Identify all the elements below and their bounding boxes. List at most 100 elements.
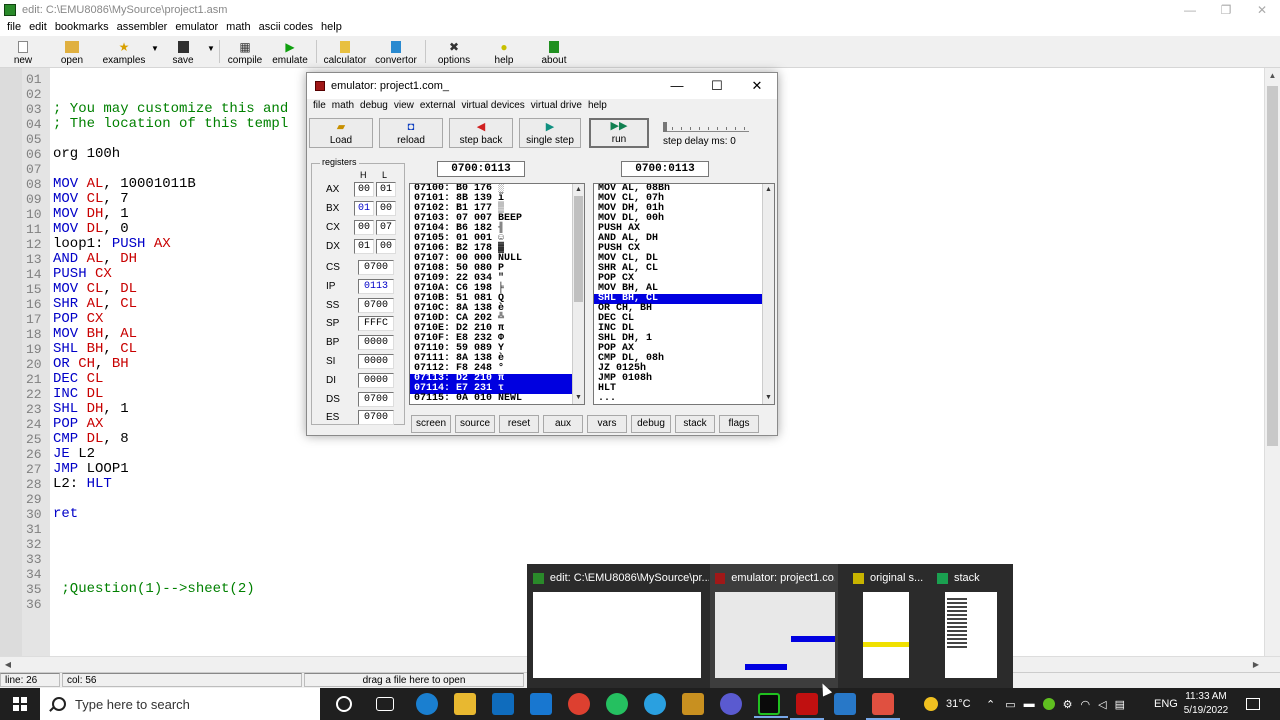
reload-button[interactable]: ◘ reload [379,118,443,148]
weather-widget[interactable]: 31°C [924,688,971,720]
code-line[interactable]: org 100h [53,147,120,162]
code-line[interactable]: MOV DL, 0 [53,222,129,237]
input-language[interactable]: ENG [1154,688,1178,720]
chevron-up-icon[interactable]: ⌃ [986,698,995,711]
register-h-cell[interactable]: 00 [354,220,374,235]
menu-math[interactable]: math [222,20,254,36]
register-h-cell[interactable]: 01 [354,239,374,254]
task-view-icon[interactable] [376,697,394,711]
code-line[interactable]: POP CX [53,312,103,327]
register-h-cell[interactable]: 01 [354,201,374,216]
flags-button[interactable]: flags [719,415,759,433]
preview-original-source[interactable]: original s... [853,570,933,682]
menu-bookmarks[interactable]: bookmarks [51,20,113,36]
scroll-up-icon[interactable]: ▲ [1265,68,1280,84]
disassembly-row[interactable]: ... [594,394,774,404]
register-value-cell[interactable]: 0700 [358,297,394,313]
code-line[interactable]: SHR AL, CL [53,297,137,312]
wifi-icon[interactable]: ◠ [1081,698,1091,711]
mail-icon[interactable] [530,693,552,715]
run-button[interactable]: ▶▶ run [589,118,649,148]
emu-menu-virtual-devices[interactable]: virtual devices [458,99,527,115]
telegram-icon[interactable] [644,693,666,715]
power-icon[interactable]: ▬ [1024,698,1035,710]
code-line[interactable]: INC DL [53,387,103,402]
about-button[interactable]: about [529,36,579,66]
code-line[interactable]: JMP LOOP1 [53,462,129,477]
volume-icon[interactable]: ◁ [1098,698,1106,711]
code-line[interactable]: POP AX [53,417,103,432]
code-line[interactable]: MOV DH, 1 [53,207,129,222]
single-step-button[interactable]: ▶ single step [519,118,581,148]
menu-help[interactable]: help [317,20,346,36]
menu-emulator[interactable]: emulator [171,20,222,36]
source-button[interactable]: source [455,415,495,433]
close-icon[interactable]: ✕ [1244,0,1280,20]
scroll-down-icon[interactable]: ▼ [573,392,584,404]
emu-menu-virtual-drive[interactable]: virtual drive [528,99,585,115]
memory-row[interactable]: 07115: 0A 010 NEWL [410,394,584,404]
help-button[interactable]: ● help [479,36,529,66]
scroll-thumb[interactable] [574,196,583,302]
code-line[interactable]: ; You may customize this and [53,102,288,117]
minimize-icon[interactable]: — [657,73,697,99]
register-value-cell[interactable]: 0700 [358,410,394,426]
register-value-cell[interactable]: 0113 [358,278,394,294]
register-l-cell[interactable]: 01 [376,182,396,197]
register-l-cell[interactable]: 07 [376,220,396,235]
code-line[interactable]: ret [53,507,78,522]
register-value-cell[interactable]: 0000 [358,335,394,351]
photos-icon[interactable] [834,693,856,715]
examples-button[interactable]: ★ examples [98,36,150,66]
disassembly-scrollbar[interactable]: ▲ ▼ [762,184,774,404]
step-back-button[interactable]: ◀ step back [449,118,513,148]
memory-scrollbar[interactable]: ▲ ▼ [572,184,584,404]
acrobat-icon[interactable] [790,693,824,720]
disassembly-list[interactable]: MOV AL, 08Bh MOV CL, 07h MOV DH, 01h MOV DL… [593,183,775,405]
taskbar-clock[interactable]: 11:33 AM 5/19/2022 [1178,690,1234,718]
screen-button[interactable]: screen [411,415,451,433]
media-player-icon[interactable] [720,693,742,715]
start-button[interactable] [0,688,40,720]
preview-editor[interactable]: edit: C:\EMU8086\MySource\pr... [533,570,709,682]
emulate-button[interactable]: ▶ emulate [267,36,313,66]
memory-address-field[interactable]: 0700:0113 [437,161,525,177]
editor-vertical-scrollbar[interactable]: ▲ [1264,68,1280,656]
code-line[interactable]: MOV BH, AL [53,327,137,342]
menu-edit[interactable]: edit [25,20,51,36]
code-line[interactable]: MOV CL, 7 [53,192,129,207]
maximize-icon[interactable]: ☐ [697,73,737,99]
disasm-address-field[interactable]: 0700:0113 [621,161,709,177]
code-line[interactable]: DEC CL [53,372,103,387]
emu-menu-file[interactable]: file [310,99,329,115]
stack-button[interactable]: stack [675,415,715,433]
scroll-left-icon[interactable]: ◀ [0,657,16,673]
network-app-icon[interactable] [1042,698,1055,710]
emu8086-taskbar-icon[interactable] [754,693,788,718]
scroll-thumb[interactable] [1267,86,1278,446]
code-line[interactable]: MOV AL, 10001011B [53,177,196,192]
aux-button[interactable]: aux [543,415,583,433]
code-line[interactable]: PUSH CX [53,267,112,282]
paint-icon[interactable] [682,693,704,715]
compile-button[interactable]: ▦ compile [223,36,267,66]
notification-center-icon[interactable] [1246,688,1260,720]
minimize-icon[interactable]: — [1172,0,1208,20]
register-value-cell[interactable]: 0700 [358,391,394,407]
whatsapp-icon[interactable] [606,693,628,715]
chrome-icon[interactable] [568,693,590,715]
reset-button[interactable]: reset [499,415,539,433]
save-button[interactable]: save [160,36,206,66]
menu-file[interactable]: file [3,20,25,36]
taskbar-search-box[interactable]: Type here to search [40,688,320,720]
examples-dropdown-icon[interactable]: ▼ [150,36,160,67]
scroll-down-icon[interactable]: ▼ [763,392,774,404]
battery-icon[interactable]: ▭ [1005,698,1015,711]
register-l-cell[interactable]: 00 [376,201,396,216]
scroll-up-icon[interactable]: ▲ [573,184,584,196]
calculator-button[interactable]: calculator [320,36,370,66]
code-line[interactable]: JE L2 [53,447,95,462]
register-value-cell[interactable]: 0000 [358,372,394,388]
code-line[interactable]: MOV CL, DL [53,282,137,297]
code-line[interactable]: OR CH, BH [53,357,129,372]
